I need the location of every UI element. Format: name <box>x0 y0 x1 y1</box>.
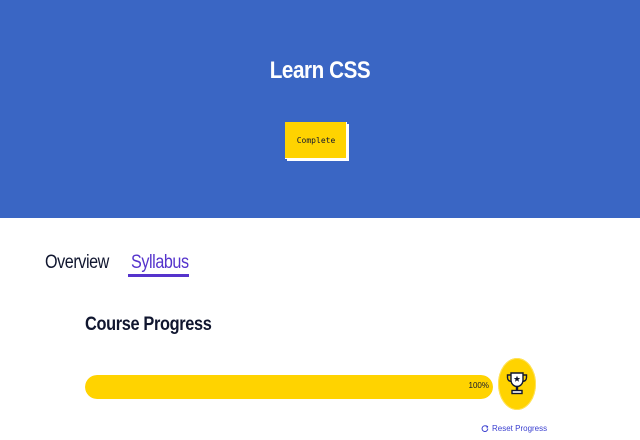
reset-progress-label: Reset Progress <box>492 424 548 433</box>
complete-button[interactable]: Complete <box>285 122 347 159</box>
refresh-icon <box>481 424 489 433</box>
tab-syllabus[interactable]: Syllabus <box>131 252 189 274</box>
tab-overview[interactable]: Overview <box>45 252 109 274</box>
progress-percent-label: 100% <box>468 381 489 390</box>
trophy-badge <box>498 358 536 410</box>
course-header: Learn CSS Complete <box>0 0 640 218</box>
progress-bar: 100% <box>85 375 493 399</box>
active-tab-indicator <box>128 274 189 277</box>
reset-progress-link[interactable]: Reset Progress <box>481 424 547 433</box>
section-title: Course Progress <box>85 314 212 335</box>
progress-fill <box>85 375 493 399</box>
course-title: Learn CSS <box>269 57 371 84</box>
